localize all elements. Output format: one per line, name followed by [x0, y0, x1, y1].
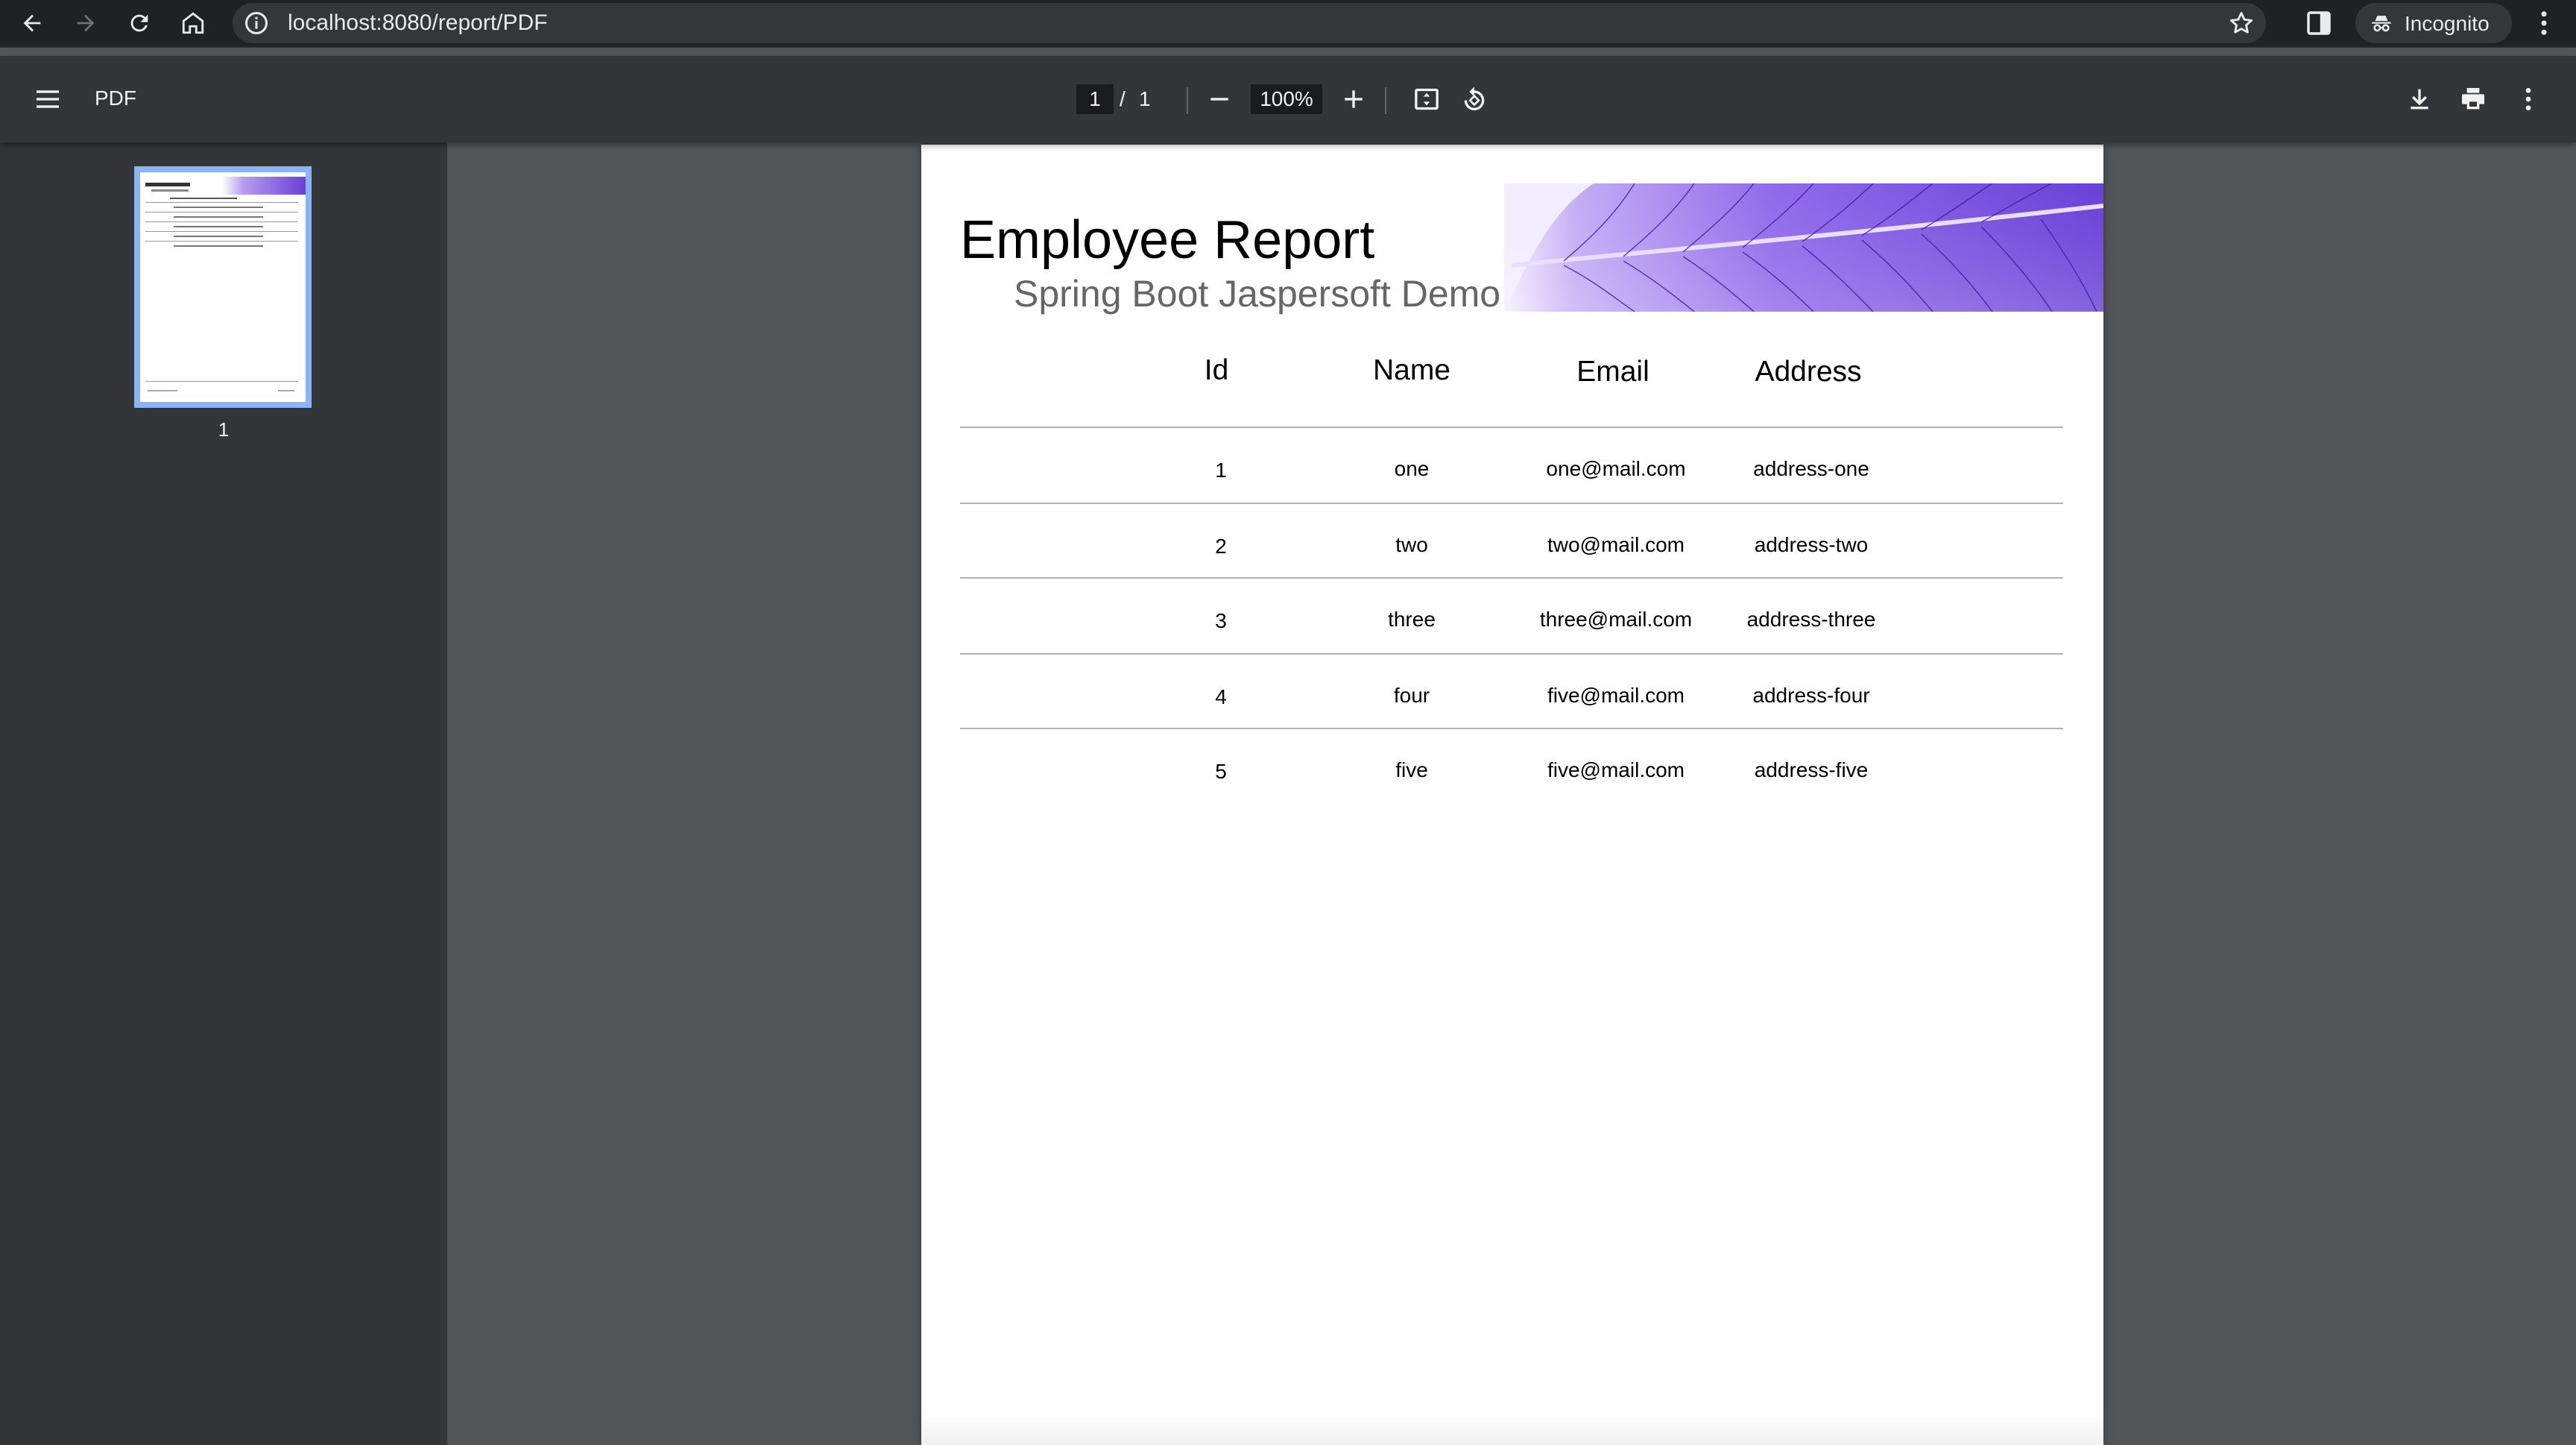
page-number-input[interactable]: 1 — [1076, 84, 1114, 114]
fit-to-page-button[interactable] — [1409, 81, 1445, 117]
thumbnail-page-number: 1 — [218, 418, 230, 441]
cell-id: 1 — [1215, 459, 1227, 482]
more-vertical-icon — [2525, 88, 2531, 110]
pdf-toolbar: PDF 1 / 1 100% — [0, 56, 2576, 142]
page-separator: / — [1120, 87, 1126, 110]
cell-name: one — [1394, 457, 1430, 480]
cell-email: one@mail.com — [1546, 457, 1686, 480]
rotate-counterclockwise-icon — [1464, 86, 1485, 110]
zoom-out-button[interactable] — [1202, 81, 1237, 117]
cell-name: two — [1395, 533, 1428, 556]
row-divider — [960, 577, 2063, 579]
reload-button[interactable] — [121, 4, 158, 42]
page-count: 1 — [1139, 87, 1151, 110]
row-divider — [960, 728, 2063, 729]
cell-address: address-three — [1746, 608, 1876, 631]
column-header-name: Name — [1372, 354, 1451, 386]
download-button[interactable] — [2402, 81, 2437, 117]
incognito-badge[interactable]: Incognito — [2355, 3, 2512, 43]
cell-email: three@mail.com — [1539, 608, 1693, 631]
purple-leaf-image — [1504, 183, 2103, 312]
cell-id: 3 — [1215, 609, 1227, 632]
rotate-button[interactable] — [1456, 81, 1492, 117]
page-bottom-fade — [921, 1412, 2103, 1445]
arrow-right-icon — [77, 14, 95, 32]
more-actions-button[interactable] — [2510, 81, 2546, 117]
cell-address: address-four — [1752, 684, 1870, 707]
printer-icon — [2462, 88, 2484, 110]
fit-page-icon — [1415, 88, 1439, 110]
document-title: PDF — [95, 86, 136, 110]
pdf-page: Employee Report Spring Boot Jaspersoft D… — [921, 145, 2103, 1445]
toolbar-divider — [1187, 87, 1188, 114]
column-header-address: Address — [1755, 356, 1862, 388]
plus-icon — [1345, 90, 1363, 108]
cell-address: address-two — [1754, 533, 1869, 556]
site-info-icon[interactable] — [243, 10, 270, 37]
download-icon — [2411, 89, 2428, 110]
cell-name: four — [1393, 684, 1430, 707]
cell-email: five@mail.com — [1547, 758, 1685, 781]
reload-icon — [130, 14, 148, 32]
browser-menu-icon[interactable] — [2528, 7, 2560, 39]
print-button[interactable] — [2455, 81, 2491, 117]
address-bar[interactable]: localhost:8080/report/PDF — [233, 3, 2266, 43]
toolbar-divider — [1385, 87, 1386, 114]
home-icon — [182, 12, 204, 34]
page-thumbnail[interactable] — [134, 166, 312, 408]
page-thumbnail-preview — [140, 172, 306, 402]
report-title: Employee Report — [960, 210, 1375, 270]
url-text: localhost:8080/report/PDF — [288, 10, 548, 35]
cell-name: five — [1395, 758, 1428, 781]
cell-name: three — [1388, 608, 1436, 631]
incognito-label: Incognito — [2405, 12, 2490, 35]
sidebar-toggle-button[interactable] — [30, 81, 66, 117]
cell-id: 4 — [1215, 685, 1227, 708]
cell-id: 2 — [1215, 535, 1227, 558]
browser-toolbar: localhost:8080/report/PDF Incognito — [0, 0, 2576, 48]
arrow-left-icon — [23, 14, 41, 32]
row-divider — [960, 426, 2063, 428]
cell-id: 5 — [1215, 760, 1227, 783]
zoom-in-button[interactable] — [1336, 81, 1371, 117]
home-button[interactable] — [174, 4, 212, 42]
column-header-id: Id — [1204, 354, 1229, 386]
row-divider — [960, 653, 2063, 655]
cell-email: five@mail.com — [1547, 684, 1685, 707]
cell-email: two@mail.com — [1547, 533, 1685, 556]
cell-address: address-five — [1754, 758, 1869, 781]
side-panel-icon[interactable] — [2303, 7, 2334, 39]
incognito-icon — [2372, 16, 2391, 32]
thumbnail-sidebar: 1 — [0, 142, 447, 1445]
column-header-email: Email — [1576, 356, 1650, 388]
forward-button[interactable] — [67, 4, 104, 42]
bookmark-star-icon[interactable] — [2227, 9, 2255, 37]
back-button[interactable] — [13, 4, 51, 42]
row-divider — [960, 503, 2063, 504]
hamburger-menu-icon — [37, 90, 59, 108]
zoom-input[interactable]: 100% — [1251, 84, 1322, 114]
report-subtitle: Spring Boot Jaspersoft Demo — [1014, 273, 1501, 315]
minus-icon — [1210, 98, 1228, 101]
cell-address: address-one — [1753, 457, 1869, 480]
